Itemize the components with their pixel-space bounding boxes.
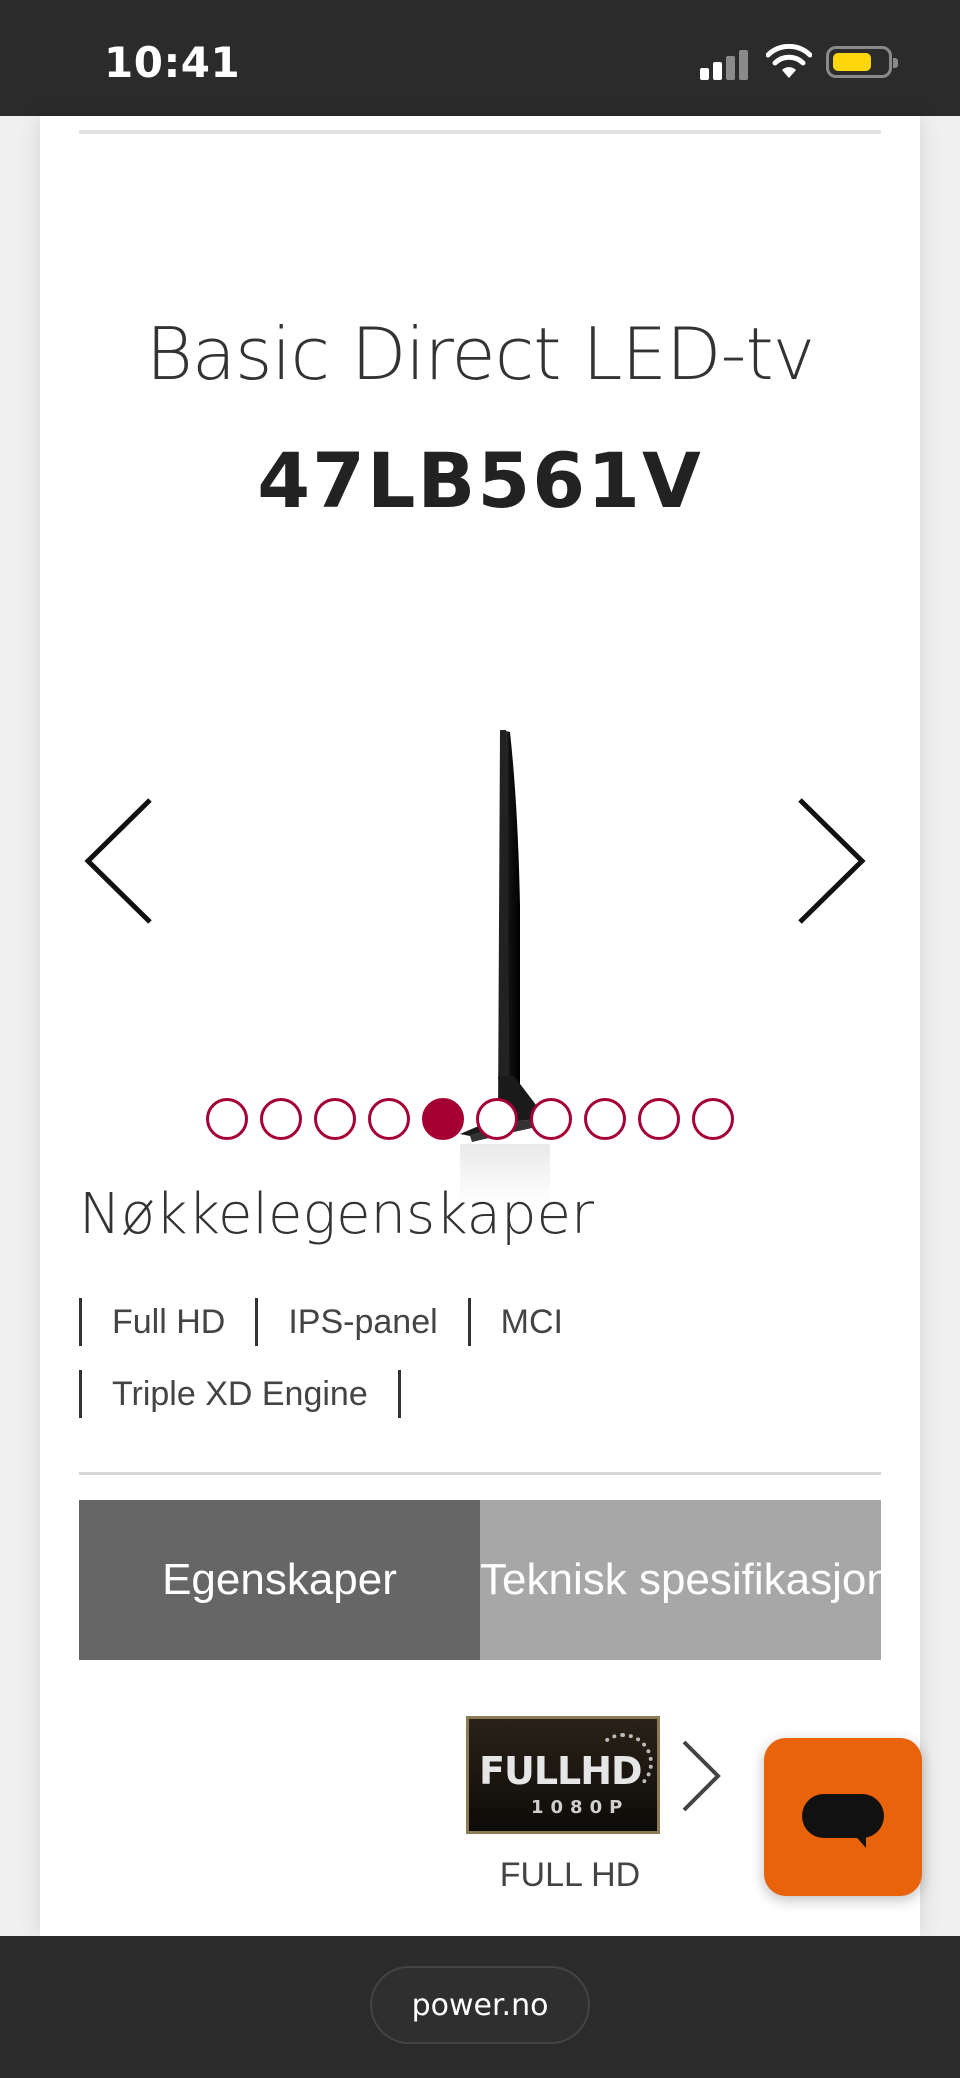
- key-features-list: Full HD IPS-panel MCI Triple XD Engine: [79, 1286, 881, 1430]
- gallery-dot[interactable]: [368, 1098, 410, 1140]
- feature-tag: MCI: [467, 1298, 593, 1346]
- gallery-dot[interactable]: [584, 1098, 626, 1140]
- gallery-pagination: [206, 1098, 734, 1144]
- battery-icon: [826, 46, 898, 78]
- feature-tag: Full HD: [79, 1298, 255, 1346]
- top-divider: [79, 130, 881, 134]
- section-divider: [79, 1472, 881, 1475]
- feature-label: FULL HD: [499, 1856, 641, 1894]
- badge-subtext: 1080P: [531, 1797, 630, 1818]
- feature-tag: IPS-panel: [255, 1298, 467, 1346]
- chat-button[interactable]: [764, 1738, 922, 1896]
- chevron-right-icon[interactable]: [790, 796, 870, 926]
- gallery-dot[interactable]: [422, 1098, 464, 1140]
- tab-technical-specs[interactable]: Teknisk spesifikasjoner: [480, 1500, 881, 1660]
- full-hd-badge: FULLHD 1080P: [466, 1716, 660, 1834]
- gallery-dot[interactable]: [314, 1098, 356, 1140]
- chevron-right-icon[interactable]: [676, 1736, 726, 1816]
- gallery-dot[interactable]: [692, 1098, 734, 1140]
- tab-bar: Egenskaper Teknisk spesifikasjoner: [79, 1500, 881, 1660]
- chat-bubble-icon: [802, 1794, 884, 1838]
- address-bar[interactable]: power.no: [370, 1966, 590, 2044]
- browser-bottom-bar: power.no: [0, 1936, 960, 2078]
- gallery-dot[interactable]: [530, 1098, 572, 1140]
- gallery-dot[interactable]: [260, 1098, 302, 1140]
- gallery-dot[interactable]: [206, 1098, 248, 1140]
- chevron-left-icon[interactable]: [80, 796, 160, 926]
- status-bar: 10:41: [0, 0, 960, 116]
- gallery-dot[interactable]: [638, 1098, 680, 1140]
- product-page: Basic Direct LED-tv 47LB561V Nøkkelegens…: [40, 116, 920, 1936]
- cellular-signal-icon: [700, 50, 750, 80]
- feature-tag: Triple XD Engine: [79, 1370, 398, 1418]
- wifi-icon: [766, 44, 812, 78]
- feature-separator: [397, 1370, 401, 1418]
- product-category-title: Basic Direct LED-tv: [145, 312, 816, 396]
- status-time: 10:41: [104, 38, 241, 87]
- product-model-title: 47LB561V: [257, 436, 703, 525]
- gallery-dot[interactable]: [476, 1098, 518, 1140]
- key-features-title: Nøkkelegenskaper: [79, 1182, 594, 1247]
- tab-features[interactable]: Egenskaper: [79, 1500, 480, 1660]
